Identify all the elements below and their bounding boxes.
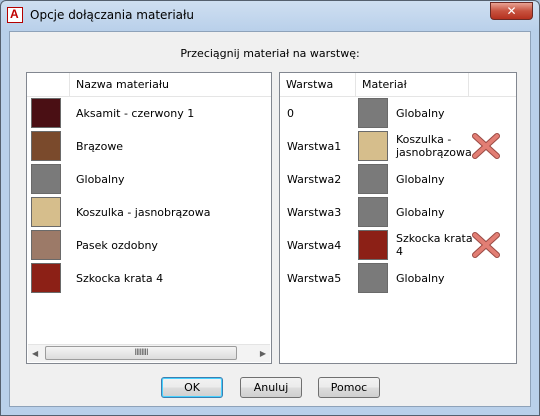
materials-list[interactable]: Nazwa materiału Aksamit - czerwony 1 Brą… <box>26 72 272 364</box>
material-name: Brązowe <box>76 140 124 153</box>
scroll-right-arrow-icon[interactable]: ▶ <box>260 349 266 358</box>
layer-material-name: Koszulka - jasnobrązowa <box>396 133 472 166</box>
window-title: Opcje dołączania materiału <box>30 8 195 22</box>
title-bar[interactable]: A Opcje dołączania materiału ✕ <box>1 1 539 31</box>
layer-name: Warstwa4 <box>287 239 342 252</box>
material-row[interactable]: Aksamit - czerwony 1 <box>27 97 271 130</box>
material-column-header[interactable]: Materiał <box>356 73 469 96</box>
layer-material-swatch <box>358 164 388 194</box>
layer-material-name-line2: jasnobrązowa <box>396 146 472 159</box>
material-row[interactable]: Brązowe <box>27 130 271 163</box>
material-row[interactable]: Pasek ozdobny <box>27 229 271 262</box>
app-icon-letter: A <box>10 7 19 21</box>
material-swatch <box>31 98 61 128</box>
ok-button[interactable]: OK <box>161 377 223 398</box>
layer-material-name: Globalny <box>396 107 445 120</box>
layer-name: 0 <box>287 107 294 120</box>
layer-row[interactable]: Warstwa3 Globalny <box>280 196 516 229</box>
cancel-button[interactable]: Anuluj <box>240 377 302 398</box>
material-name: Aksamit - czerwony 1 <box>76 107 195 120</box>
layer-material-name-line2: 4 <box>396 245 403 258</box>
close-icon: ✕ <box>506 4 517 18</box>
remove-column-header[interactable] <box>469 73 516 96</box>
dialog-client-area: Przeciągnij materiał na warstwę: Nazwa m… <box>9 31 531 407</box>
material-name-column-header[interactable]: Nazwa materiału <box>70 73 271 96</box>
material-row[interactable]: Szkocka krata 4 <box>27 262 271 295</box>
layers-list[interactable]: Warstwa Materiał 0 Globalny Warstwa1 Kos… <box>279 72 517 364</box>
material-swatch <box>31 197 61 227</box>
layer-row[interactable]: Warstwa2 Globalny <box>280 163 516 196</box>
material-name: Koszulka - jasnobrązowa <box>76 206 211 219</box>
swatch-column-header[interactable] <box>27 73 70 96</box>
layer-row[interactable]: Warstwa5 Globalny <box>280 262 516 295</box>
layer-material-swatch <box>358 131 388 161</box>
layer-row[interactable]: 0 Globalny <box>280 97 516 130</box>
materials-list-header: Nazwa materiału <box>27 73 271 97</box>
horizontal-scrollbar[interactable]: ◀ IIIIIIII ▶ <box>28 344 270 362</box>
dialog-window: A Opcje dołączania materiału ✕ Przeciągn… <box>0 0 540 416</box>
instruction-label: Przeciągnij materiał na warstwę: <box>180 47 360 60</box>
layer-material-name: Globalny <box>396 173 445 186</box>
scrollbar-grip-icon: IIIIIIII <box>134 348 148 358</box>
material-swatch <box>31 164 61 194</box>
material-row[interactable]: Koszulka - jasnobrązowa <box>27 196 271 229</box>
material-name: Pasek ozdobny <box>76 239 158 252</box>
layer-material-name: Globalny <box>396 206 445 219</box>
layer-name: Warstwa2 <box>287 173 342 186</box>
close-button[interactable]: ✕ <box>490 2 533 20</box>
material-row[interactable]: Globalny <box>27 163 271 196</box>
layer-name: Warstwa3 <box>287 206 342 219</box>
layer-row[interactable]: Warstwa4 Szkocka krata 4 <box>280 229 516 262</box>
layer-material-swatch <box>358 197 388 227</box>
material-swatch <box>31 131 61 161</box>
layer-material-name-line1: Szkocka krata <box>396 232 473 245</box>
autocad-app-icon: A <box>7 7 23 23</box>
scroll-left-arrow-icon[interactable]: ◀ <box>32 349 38 358</box>
remove-material-icon[interactable] <box>471 231 501 259</box>
layer-material-name: Szkocka krata 4 <box>396 232 473 265</box>
layer-column-header[interactable]: Warstwa <box>280 73 356 96</box>
layer-material-name-line1: Koszulka - <box>396 133 452 146</box>
scrollbar-thumb[interactable]: IIIIIIII <box>45 346 237 360</box>
material-name: Globalny <box>76 173 125 186</box>
material-name: Szkocka krata 4 <box>76 272 164 285</box>
remove-material-icon[interactable] <box>471 132 501 160</box>
layers-list-header: Warstwa Materiał <box>280 73 516 97</box>
help-button[interactable]: Pomoc <box>318 377 380 398</box>
material-swatch <box>31 230 61 260</box>
layer-material-name: Globalny <box>396 272 445 285</box>
layer-name: Warstwa5 <box>287 272 342 285</box>
layer-material-swatch <box>358 98 388 128</box>
layer-name: Warstwa1 <box>287 140 342 153</box>
layer-row[interactable]: Warstwa1 Koszulka - jasnobrązowa <box>280 130 516 163</box>
layer-material-swatch <box>358 263 388 293</box>
material-swatch <box>31 263 61 293</box>
layer-material-swatch <box>358 230 388 260</box>
